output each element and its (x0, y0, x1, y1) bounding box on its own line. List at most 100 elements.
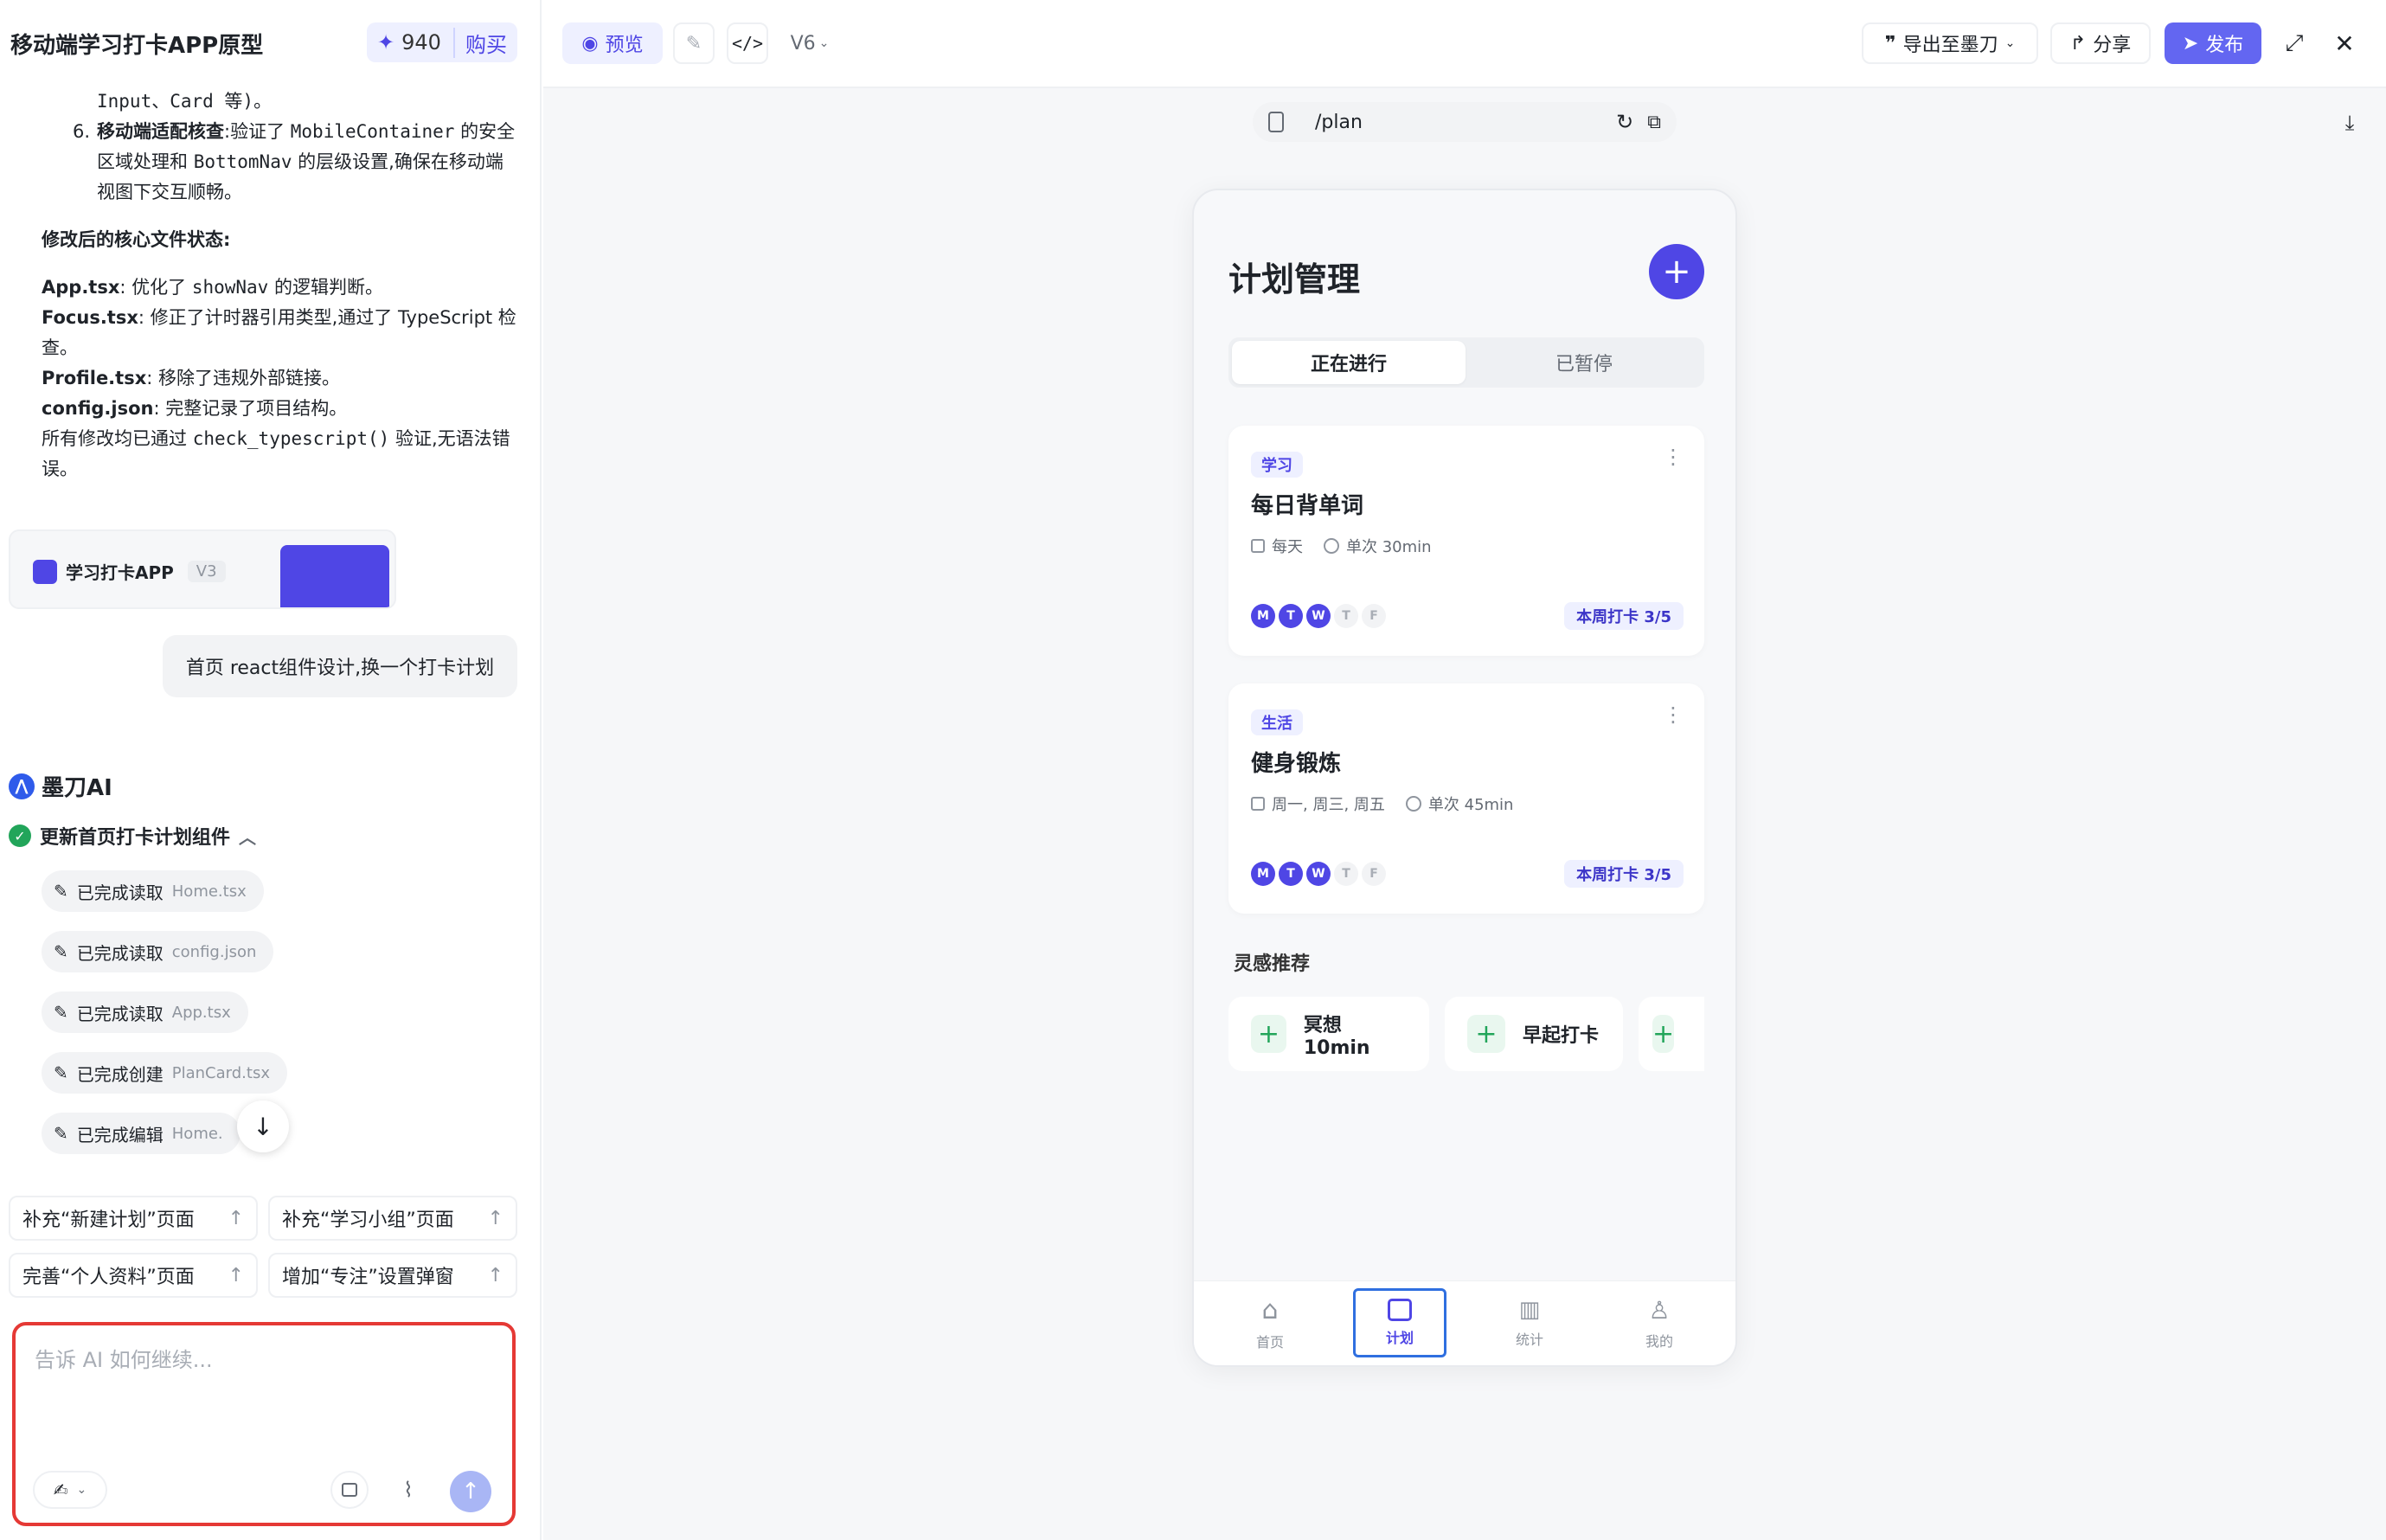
share-button[interactable]: ↱ 分享 (2050, 22, 2151, 64)
home-icon: ⌂ (1261, 1294, 1279, 1325)
plan-frequency: 周一, 周三, 周五 (1272, 796, 1385, 814)
suggestion-chip[interactable]: 完善“个人资料”页面 ↑ (9, 1253, 258, 1298)
modao-logo-icon: ❞ (1884, 32, 1896, 55)
plan-card[interactable]: 生活 健身锻炼 周一, 周三, 周五 单次 45min ⋮ M T W T F … (1228, 683, 1704, 914)
edit-button[interactable]: ✎ (673, 22, 715, 64)
calendar-icon (1251, 539, 1265, 553)
pencil-icon: ✎ (54, 881, 68, 902)
plan-duration: 单次 30min (1346, 538, 1432, 556)
card-title: 学习打卡APP (66, 562, 174, 583)
step-item[interactable]: ✎ 已完成读取 config.json (42, 931, 274, 972)
code-button[interactable]: </> (727, 22, 768, 64)
status-tabs: 正在进行 已暂停 (1228, 337, 1704, 388)
nav-home[interactable]: ⌂ 首页 (1223, 1288, 1317, 1357)
inspiration-chip[interactable]: + (1639, 997, 1704, 1071)
day-dot: W (1306, 604, 1331, 628)
plan-card[interactable]: 学习 每日背单词 每天 单次 30min ⋮ M T W T F 本周打卡 3/… (1228, 426, 1704, 656)
file-line: config.json: 完整记录了项目结构。 (42, 398, 348, 419)
step-item[interactable]: ✎ 已完成读取 Home.tsx (42, 870, 264, 912)
step-item[interactable]: ✎ 已完成创建 PlanCard.tsx (42, 1052, 287, 1094)
version-card[interactable]: 学习打卡APP V3 (9, 529, 396, 609)
chat-input-box[interactable]: 告诉 AI 如何继续... ✍ ⌄ ⌇ ↑ (12, 1322, 516, 1526)
publish-button[interactable]: ➤ 发布 (2165, 22, 2261, 64)
nav-stats[interactable]: ▥ 统计 (1483, 1288, 1576, 1357)
download-button[interactable]: ⤓ (2332, 106, 2367, 140)
inspiration-chip[interactable]: + 冥想 10min (1228, 997, 1429, 1071)
calendar-icon (1388, 1299, 1412, 1321)
url-bar[interactable]: /plan ↻ ⧉ (1253, 102, 1677, 142)
plan-name: 每日背单词 (1251, 493, 1364, 519)
add-plan-button[interactable]: + (1649, 244, 1704, 299)
week-progress: 本周打卡 3/5 (1564, 602, 1684, 630)
section-heading: 修改后的核心文件状态: (42, 229, 231, 250)
refresh-icon[interactable]: ↻ (1616, 110, 1633, 134)
share-icon: ↱ (2069, 32, 2087, 55)
step-item[interactable]: ✎ 已完成编辑 Home. (42, 1113, 241, 1154)
day-dot: T (1334, 604, 1358, 628)
week-progress: 本周打卡 3/5 (1564, 860, 1684, 888)
ai-header: ⋀ 墨刀AI (9, 770, 112, 802)
external-link-icon[interactable]: ⧉ (1647, 112, 1661, 133)
step-item[interactable]: ✎ 已完成读取 App.tsx (42, 991, 248, 1033)
plus-icon: + (1467, 1015, 1505, 1053)
day-dot: F (1362, 862, 1386, 886)
nav-plan[interactable]: 计划 (1353, 1288, 1446, 1357)
bar-chart-icon: ▥ (1518, 1297, 1541, 1323)
arrow-up-icon: ↑ (461, 1479, 480, 1505)
close-button[interactable]: ✕ (2324, 22, 2365, 64)
fullscreen-button[interactable]: ⤢ (2274, 22, 2315, 64)
day-dot: M (1251, 862, 1275, 886)
bottom-nav: ⌂ 首页 计划 ▥ 统计 ♙ 我的 (1194, 1280, 1735, 1365)
inspiration-title: 灵感推荐 (1234, 953, 1311, 975)
credits-count: 940 (401, 30, 441, 55)
check-circle-icon: ✓ (9, 825, 31, 847)
day-dot: M (1251, 604, 1275, 628)
summary-line: 所有修改均已通过 check_typescript() 验证,无语法错误。 (42, 428, 510, 479)
suggestion-chip[interactable]: 补充“学习小组”页面 ↑ (268, 1196, 517, 1241)
suggestion-chip[interactable]: 补充“新建计划”页面 ↑ (9, 1196, 258, 1241)
page-title: 计划管理 (1228, 260, 1361, 298)
suggestion-chip[interactable]: 增加“专注”设置弹窗 ↑ (268, 1253, 517, 1298)
plan-tag: 学习 (1251, 452, 1303, 478)
arrow-up-icon: ↑ (487, 1264, 503, 1287)
arrow-up-icon: ↑ (228, 1264, 244, 1287)
chevron-down-icon: ⌄ (818, 36, 830, 50)
pencil-icon: ✎ (54, 941, 68, 962)
file-line: Focus.tsx: 修正了计时器引用类型,通过了 TypeScript 检查。 (42, 307, 516, 358)
preview-button[interactable]: ◉ 预览 (562, 22, 663, 64)
task-header[interactable]: ✓ 更新首页打卡计划组件 ︿ (9, 822, 256, 850)
url-text[interactable]: /plan (1315, 112, 1602, 133)
pencil-icon: ✎ (54, 1062, 68, 1083)
attach-button[interactable]: ⌇ (389, 1471, 427, 1509)
inspiration-chip[interactable]: + 早起打卡 (1445, 997, 1623, 1071)
file-line: Profile.tsx: 移除了违规外部链接。 (42, 368, 340, 388)
chat-input[interactable]: 告诉 AI 如何继续... (35, 1343, 213, 1373)
model-selector[interactable]: ✍ ⌄ (33, 1471, 107, 1509)
card-thumbnail (280, 545, 389, 607)
arrow-up-icon: ↑ (228, 1207, 244, 1229)
tab-active[interactable]: 正在进行 (1232, 341, 1466, 384)
credits-badge[interactable]: ✦ 940 购买 (367, 22, 517, 62)
scroll-down-button[interactable]: ↓ (237, 1100, 289, 1152)
chat-line: Input、Card 等)。 (97, 91, 273, 112)
phone-icon (1268, 112, 1284, 132)
chat-panel: 移动端学习打卡APP原型 ✦ 940 购买 Input、Card 等)。 6. … (0, 0, 542, 1540)
plan-tag: 生活 (1251, 709, 1303, 735)
buy-button[interactable]: 购买 (453, 27, 507, 58)
chevron-up-icon[interactable]: ︿ (239, 824, 256, 849)
day-dot: F (1362, 604, 1386, 628)
more-icon[interactable]: ⋮ (1663, 704, 1684, 725)
template-button[interactable] (330, 1471, 369, 1509)
pencil-icon: ✎ (54, 1123, 68, 1144)
tab-paused[interactable]: 已暂停 (1467, 341, 1701, 384)
export-button[interactable]: ❞ 导出至墨刀 ⌄ (1862, 22, 2038, 64)
inbox-icon (342, 1483, 357, 1497)
day-indicators: M T W T F (1251, 604, 1386, 628)
version-selector[interactable]: V6 ⌄ (784, 22, 836, 64)
more-icon[interactable]: ⋮ (1663, 446, 1684, 467)
nav-profile[interactable]: ♙ 我的 (1613, 1288, 1706, 1357)
download-icon: ⤓ (2344, 111, 2355, 135)
plus-icon: + (1652, 1015, 1675, 1053)
send-button[interactable]: ↑ (450, 1471, 491, 1512)
code-icon: </> (731, 33, 764, 54)
